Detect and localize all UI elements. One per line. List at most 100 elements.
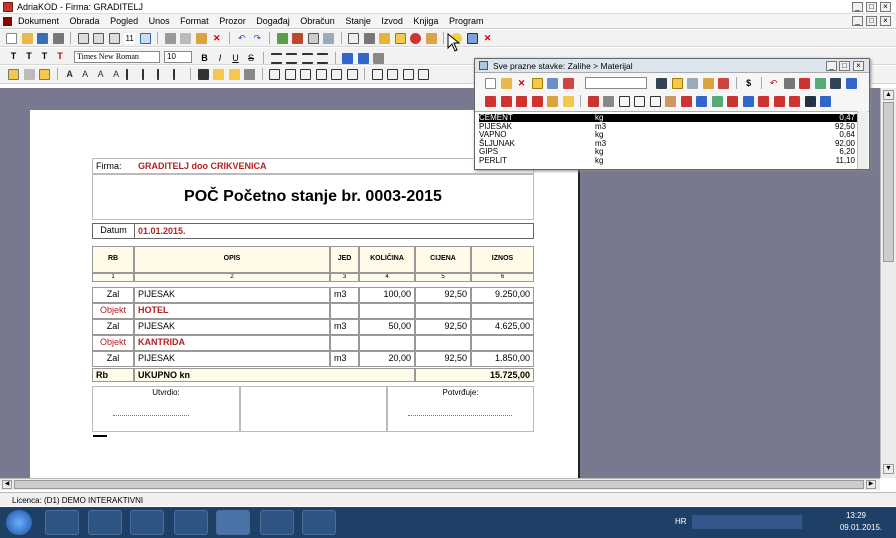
palette-b17-icon[interactable] bbox=[742, 96, 754, 107]
menu-obracun[interactable]: Obračun bbox=[296, 15, 339, 27]
menu-izvod[interactable]: Izvod bbox=[377, 15, 407, 27]
palette-b15-icon[interactable] bbox=[711, 96, 723, 107]
start-button[interactable] bbox=[6, 510, 32, 535]
palette-dollar-icon[interactable]: $ bbox=[743, 78, 754, 89]
palette-b7-icon[interactable] bbox=[587, 96, 599, 107]
text-style2-icon[interactable]: T bbox=[24, 51, 35, 62]
vertical-scrollbar[interactable]: ▲ ▼ bbox=[880, 88, 896, 478]
justify-icon[interactable] bbox=[317, 53, 329, 64]
adriakod-task-icon[interactable] bbox=[216, 510, 250, 535]
columns-icon[interactable] bbox=[139, 33, 151, 44]
delete-icon[interactable]: ✕ bbox=[211, 33, 222, 44]
menu-unos[interactable]: Unos bbox=[145, 15, 174, 27]
palette-b9-icon[interactable] bbox=[618, 96, 630, 107]
text-color-icon[interactable]: T bbox=[55, 51, 66, 62]
exit-icon[interactable]: ✕ bbox=[482, 33, 493, 44]
palette-search-input[interactable] bbox=[585, 77, 647, 89]
app2-task-icon[interactable] bbox=[302, 510, 336, 535]
tray-icons[interactable] bbox=[692, 515, 802, 529]
style-icon[interactable] bbox=[8, 69, 19, 80]
sort-desc-icon[interactable] bbox=[562, 78, 574, 89]
align-center-icon[interactable] bbox=[286, 53, 298, 64]
tools-icon[interactable] bbox=[425, 33, 437, 44]
color-yellow-icon[interactable] bbox=[213, 69, 225, 80]
underline-icon[interactable]: U bbox=[230, 53, 241, 64]
zoom-icon[interactable] bbox=[93, 33, 105, 44]
palette-open-icon[interactable] bbox=[500, 78, 512, 89]
cut-icon[interactable] bbox=[164, 33, 176, 44]
frame4-icon[interactable] bbox=[418, 69, 430, 80]
palette-toggle-icon[interactable] bbox=[466, 33, 478, 44]
refresh-icon[interactable] bbox=[276, 33, 288, 44]
valign2-icon[interactable] bbox=[357, 53, 369, 64]
language-indicator[interactable]: HR bbox=[675, 517, 687, 526]
text-style-icon[interactable]: T bbox=[8, 51, 19, 62]
palette-b3-icon[interactable] bbox=[516, 96, 528, 107]
palette-b20-icon[interactable] bbox=[789, 96, 801, 107]
scroll-right-button[interactable]: ▶ bbox=[866, 480, 876, 489]
maximize-button[interactable]: □ bbox=[866, 2, 877, 12]
text-style3-icon[interactable]: T bbox=[39, 51, 50, 62]
palette-b16-icon[interactable] bbox=[727, 96, 739, 107]
color-black-icon[interactable] bbox=[197, 69, 209, 80]
palette-tool4-icon[interactable] bbox=[845, 78, 857, 89]
palette-b13-icon[interactable] bbox=[680, 96, 692, 107]
valign-icon[interactable] bbox=[342, 53, 354, 64]
palette-b22-icon[interactable] bbox=[820, 96, 832, 107]
find-icon[interactable] bbox=[108, 33, 120, 44]
paragraph-icon[interactable] bbox=[23, 69, 35, 80]
palette-item[interactable]: PERLIT kg 11,10 bbox=[479, 156, 857, 165]
palette-b18-icon[interactable] bbox=[758, 96, 770, 107]
align-left-icon[interactable] bbox=[270, 53, 282, 64]
menu-stanje[interactable]: Stanje bbox=[341, 15, 375, 27]
font-size-select[interactable]: 10 bbox=[164, 51, 192, 63]
font-select[interactable]: Times New Roman bbox=[74, 51, 160, 63]
save-icon[interactable] bbox=[37, 33, 49, 44]
font-smaller-icon[interactable]: A bbox=[95, 69, 106, 80]
scroll-thumb[interactable] bbox=[883, 102, 894, 262]
numbering-icon[interactable] bbox=[126, 69, 137, 80]
redo-icon[interactable]: ↷ bbox=[252, 33, 263, 44]
paste-icon[interactable] bbox=[195, 33, 207, 44]
palette-item[interactable]: GIPS kg 6,20 bbox=[479, 148, 857, 156]
box5-icon[interactable] bbox=[331, 69, 343, 80]
horizontal-scrollbar[interactable]: ◀ ▶ bbox=[0, 478, 880, 490]
box2-icon[interactable] bbox=[284, 69, 296, 80]
copy-icon[interactable] bbox=[180, 33, 192, 44]
menu-dogadaj[interactable]: Događaj bbox=[252, 15, 294, 27]
palette-chart-icon[interactable] bbox=[718, 78, 730, 89]
chrome-task-icon[interactable] bbox=[174, 510, 208, 535]
sort-asc-icon[interactable] bbox=[547, 78, 559, 89]
menu-obrada[interactable]: Obrada bbox=[66, 15, 104, 27]
palette-b6-icon[interactable] bbox=[562, 96, 574, 107]
palette-list-icon[interactable] bbox=[687, 78, 699, 89]
palette-b21-icon[interactable] bbox=[804, 96, 816, 107]
palette-b5-icon[interactable] bbox=[547, 96, 559, 107]
doc-close-button[interactable]: × bbox=[880, 16, 891, 26]
palette-b19-icon[interactable] bbox=[773, 96, 785, 107]
align-right-icon[interactable] bbox=[301, 53, 313, 64]
menu-format[interactable]: Format bbox=[176, 15, 213, 27]
box3-icon[interactable] bbox=[300, 69, 312, 80]
palette-b12-icon[interactable] bbox=[665, 96, 677, 107]
doc-restore-button[interactable]: □ bbox=[866, 16, 877, 26]
palette-delete-icon[interactable]: ✕ bbox=[516, 78, 527, 89]
hscroll-thumb[interactable] bbox=[14, 480, 864, 489]
new-icon[interactable] bbox=[6, 33, 17, 44]
palette-b11-icon[interactable] bbox=[649, 96, 661, 107]
search-active-icon[interactable] bbox=[394, 33, 406, 44]
palette-binoculars-icon[interactable] bbox=[656, 78, 667, 89]
palette-grid-icon[interactable] bbox=[671, 78, 683, 89]
palette-close-button[interactable]: × bbox=[853, 61, 864, 71]
border-icon[interactable] bbox=[39, 69, 51, 80]
doc-minimize-button[interactable]: _ bbox=[852, 16, 863, 26]
palette-b2-icon[interactable] bbox=[500, 96, 512, 107]
palette-b8-icon[interactable] bbox=[603, 96, 615, 107]
palette-new-icon[interactable] bbox=[485, 78, 496, 89]
box4-icon[interactable] bbox=[315, 69, 327, 80]
font-a-icon[interactable]: A bbox=[64, 69, 75, 80]
italic-icon[interactable]: I bbox=[215, 53, 226, 64]
menu-dokument[interactable]: Dokument bbox=[14, 15, 63, 27]
palette-b4-icon[interactable] bbox=[531, 96, 543, 107]
valign3-icon[interactable] bbox=[373, 53, 385, 64]
